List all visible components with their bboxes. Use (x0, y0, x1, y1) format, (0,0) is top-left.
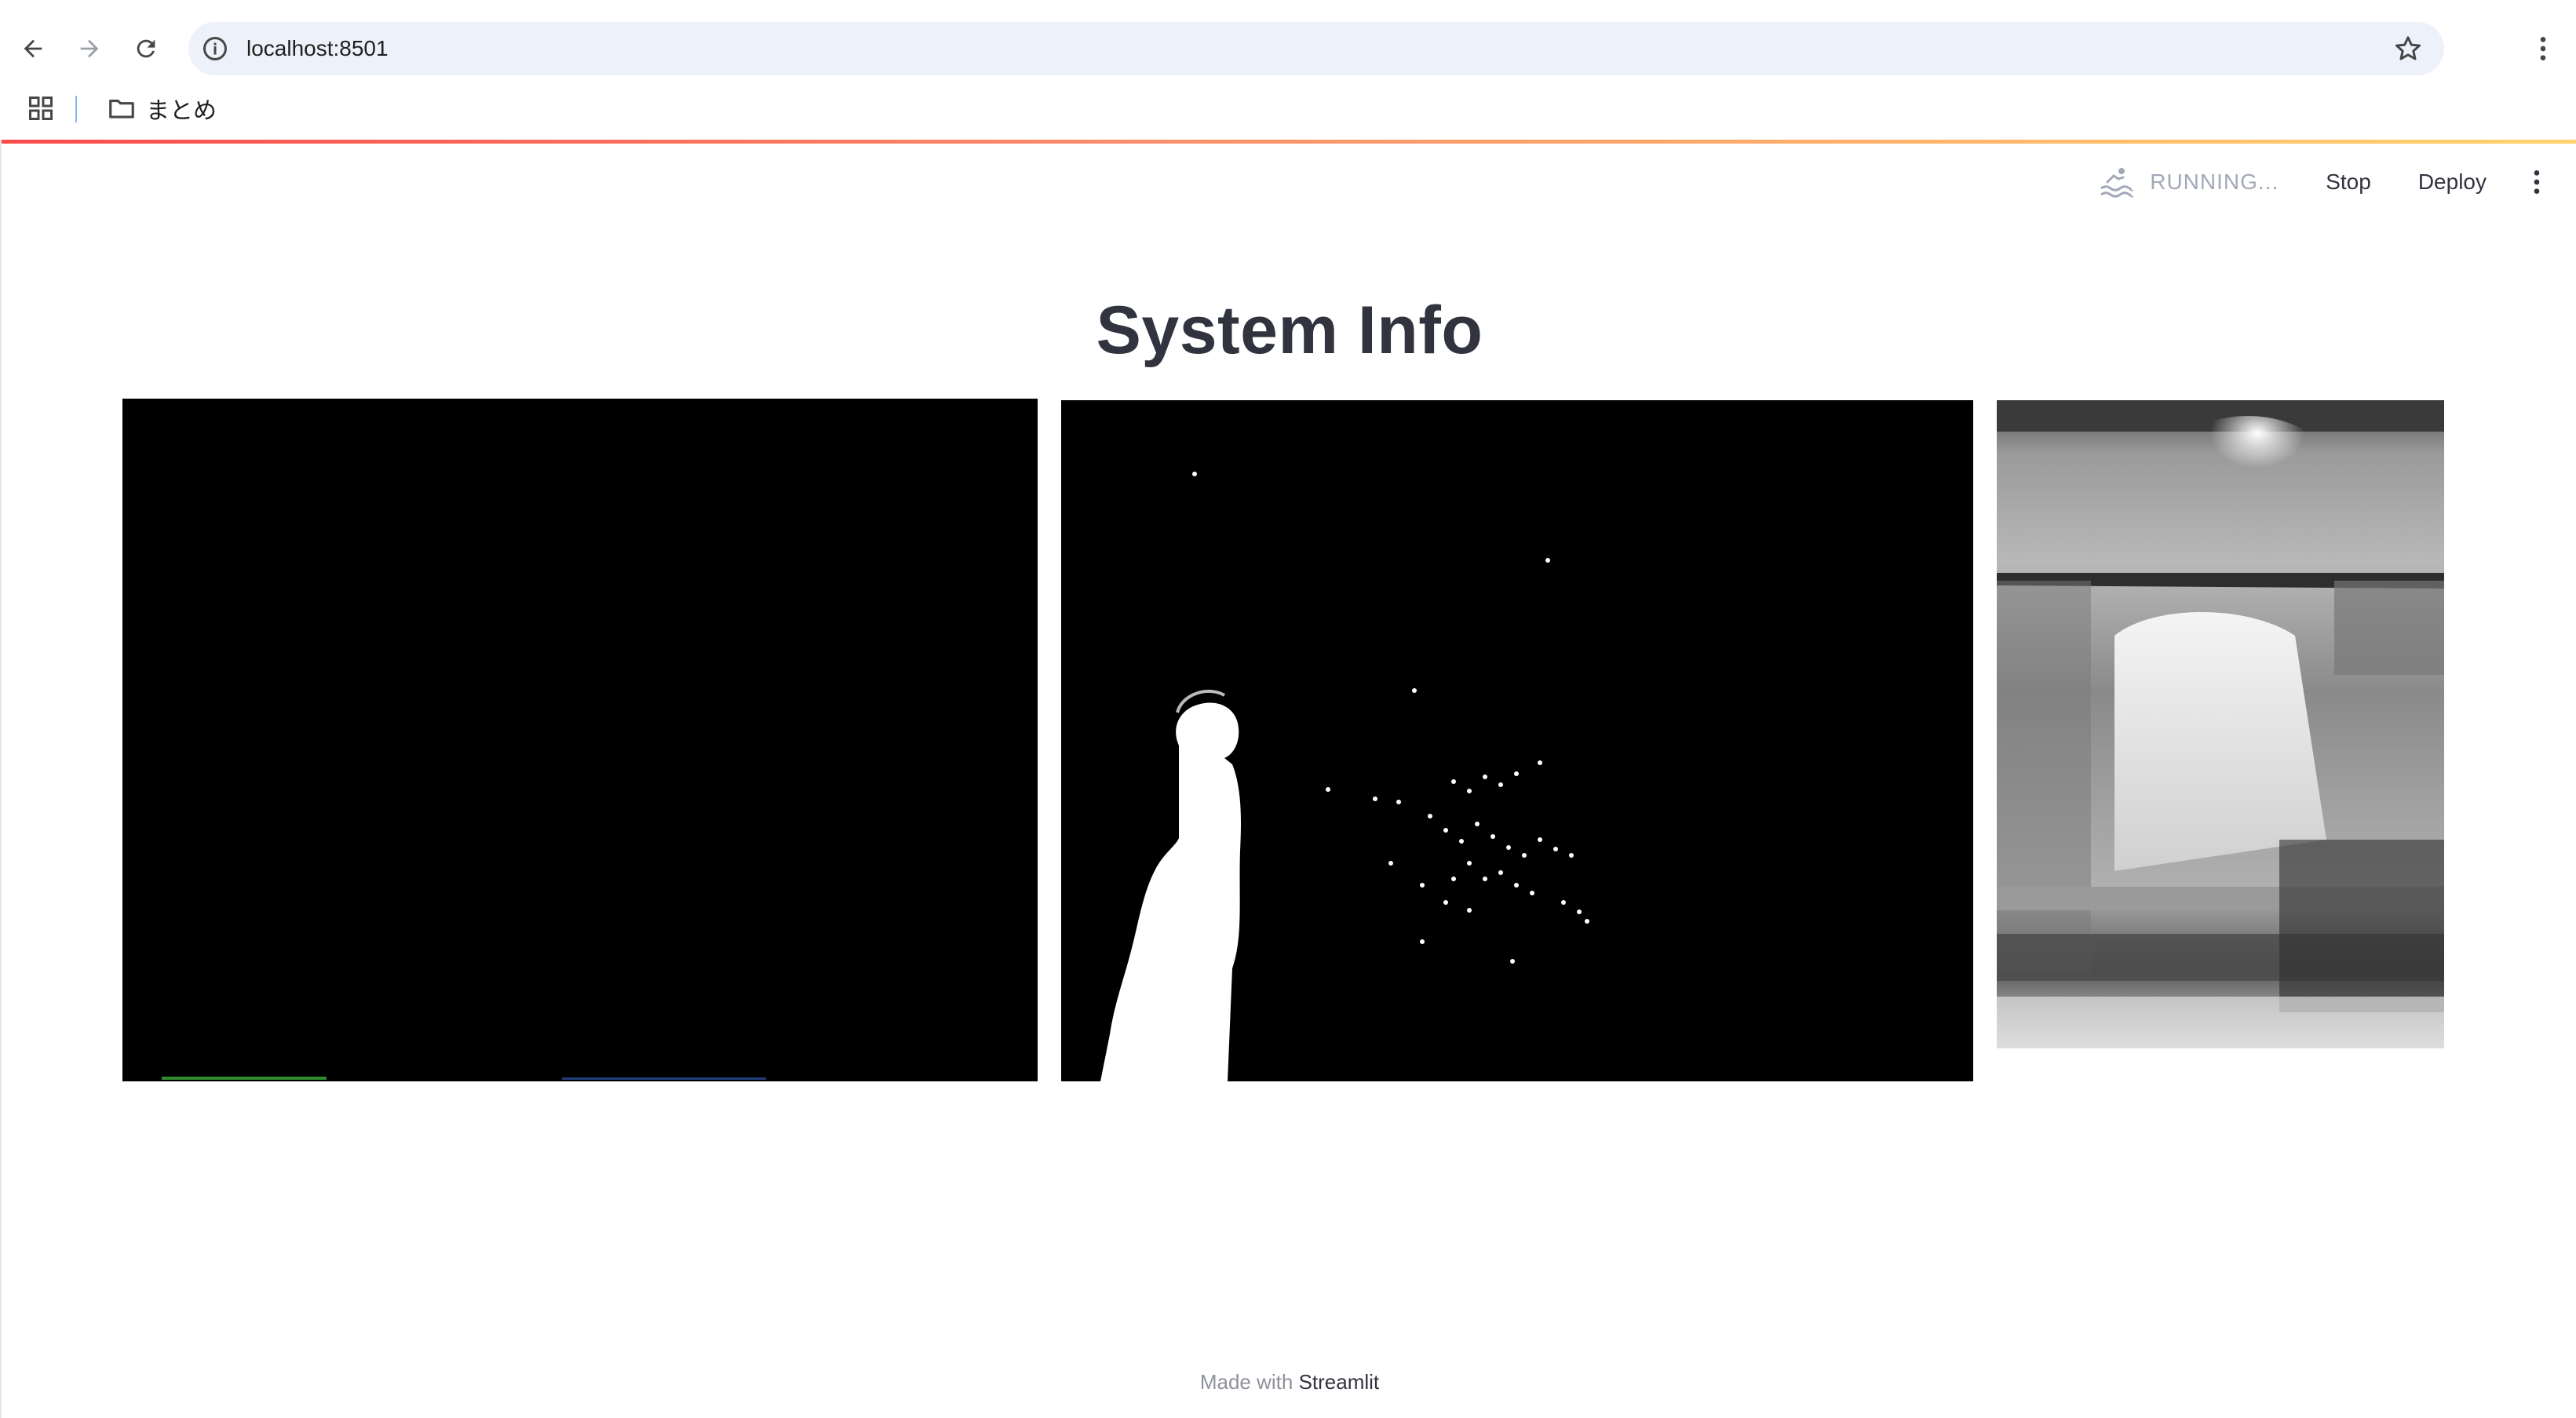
foreground-mask-image (1061, 400, 1973, 1081)
url-text[interactable]: localhost:8501 (246, 22, 389, 75)
footer-prefix: Made with (1199, 1370, 1293, 1394)
reload-button[interactable] (122, 25, 170, 72)
running-status: RUNNING... (2098, 163, 2279, 201)
app-toolbar: RUNNING... Stop Deploy (2098, 157, 2576, 207)
bookmark-folder[interactable]: まとめ (99, 88, 224, 129)
running-swimmer-icon (2100, 168, 2134, 198)
kebab-menu-icon (2534, 170, 2540, 194)
bookmark-folder-label: まとめ (146, 98, 217, 124)
address-bar[interactable]: localhost:8501 (188, 22, 2444, 75)
reload-icon (137, 39, 155, 58)
forward-button[interactable] (66, 25, 113, 72)
depth-map-image (1997, 400, 2444, 1048)
header-decoration (2, 140, 2576, 144)
footer: Made with Streamlit (2, 1370, 2576, 1394)
app-menu-button[interactable] (2521, 166, 2552, 198)
info-icon[interactable] (201, 35, 229, 63)
folder-icon (109, 99, 134, 118)
bookmarks-bar: まとめ (0, 82, 2576, 135)
apps-grid-icon[interactable] (27, 94, 55, 122)
back-arrow-icon (24, 39, 42, 58)
star-icon[interactable] (2392, 33, 2424, 64)
footer-brand-link[interactable]: Streamlit (1299, 1370, 1380, 1394)
forward-arrow-icon (80, 39, 99, 58)
stop-button[interactable]: Stop (2313, 163, 2384, 201)
streamlit-app: RUNNING... Stop Deploy System Info Made … (0, 140, 2576, 1418)
browser-menu-button[interactable] (2524, 30, 2562, 67)
page-title: System Info (1096, 293, 1483, 368)
camera-frame-image (122, 399, 1038, 1081)
deploy-button[interactable]: Deploy (2406, 163, 2499, 201)
status-label: RUNNING... (2150, 170, 2279, 194)
kebab-menu-icon (2540, 37, 2546, 60)
back-button[interactable] (9, 25, 57, 72)
bookmarks-separator (75, 96, 77, 122)
